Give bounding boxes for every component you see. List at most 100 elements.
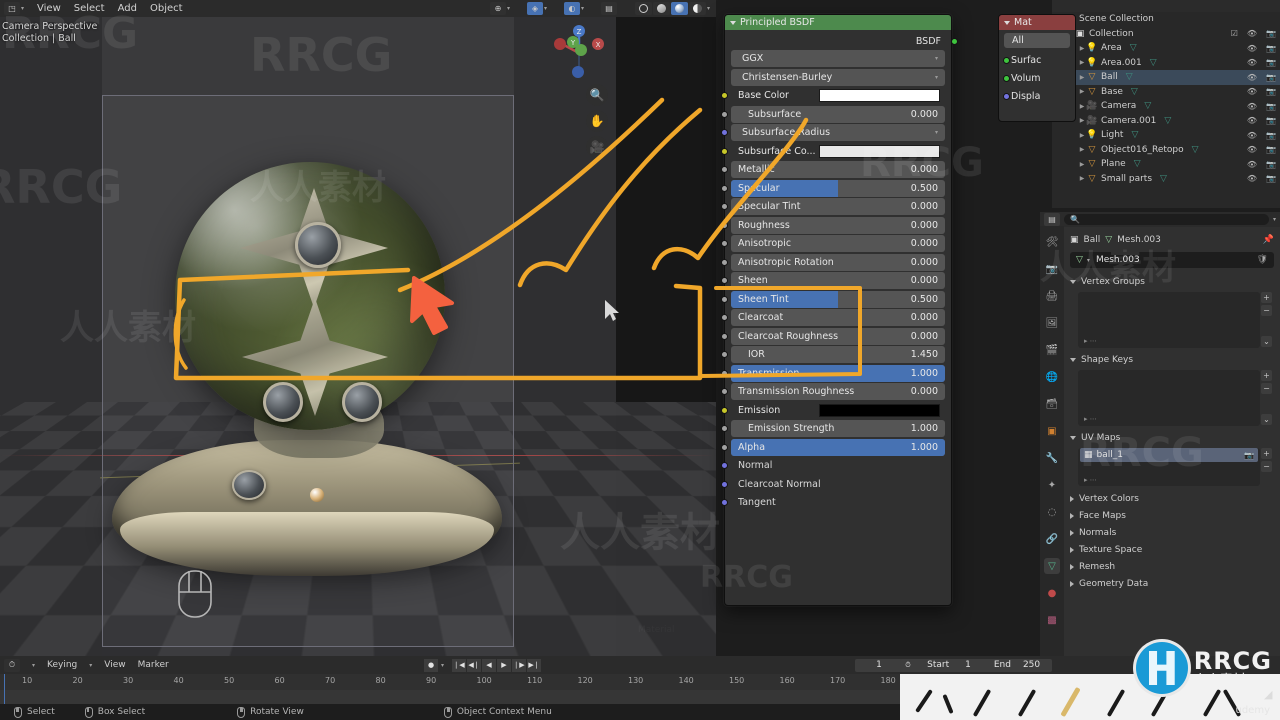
chevron-down-icon[interactable]: ▾: [935, 129, 938, 136]
jump-end-icon[interactable]: ▶❘: [527, 658, 541, 672]
chevron-down-icon[interactable]: ▾: [507, 5, 510, 12]
outliner-row[interactable]: ▶ ▽ Small parts ▽ 👁 📷: [1052, 172, 1280, 187]
camera-icon[interactable]: 📷: [1266, 116, 1276, 125]
socket-gray-icon[interactable]: [721, 240, 728, 247]
arrow-right-icon[interactable]: [1070, 512, 1074, 519]
eye-icon[interactable]: 👁: [1247, 145, 1257, 154]
outliner-editor[interactable]: ▶ ▣ Scene Collection ▼ ▣ Collection ☑ 👁 …: [1052, 0, 1280, 208]
menu-view[interactable]: View: [104, 660, 125, 670]
disclosure-triangle-icon[interactable]: ▶: [1078, 88, 1086, 95]
outliner-row[interactable]: ▶ 🎥 Camera ▽ 👁 📷: [1052, 99, 1280, 114]
auto-keying-icon[interactable]: ●: [424, 658, 438, 672]
node-principled-bsdf-header[interactable]: Principled BSDF: [725, 15, 951, 30]
properties-search-input[interactable]: 🔍: [1064, 214, 1269, 225]
visibility-toggles[interactable]: 👁 📷: [1247, 160, 1276, 169]
tab-particles[interactable]: ✦: [1044, 477, 1060, 493]
chevron-down-icon[interactable]: ⌄: [1261, 336, 1272, 347]
material-output-surface-input[interactable]: Surfac: [999, 51, 1075, 69]
proportional-edit-icon[interactable]: ◐: [563, 2, 580, 15]
outliner-row[interactable]: ▶ ▽ Plane ▽ 👁 📷: [1052, 157, 1280, 172]
transform-pivot-icon[interactable]: ⊕: [489, 2, 506, 15]
node-prop-subsurface-co[interactable]: Subsurface Co...: [721, 143, 945, 160]
camera-icon[interactable]: 📷: [1266, 131, 1276, 140]
eye-icon[interactable]: 👁: [1247, 29, 1257, 38]
socket-purple-icon[interactable]: [721, 129, 728, 136]
tab-world[interactable]: 🌐: [1044, 369, 1060, 385]
disclosure-triangle-icon[interactable]: ▶: [1078, 59, 1086, 66]
timeline-header[interactable]: ⏱ ▾ Keying ▾ View Marker ● ▾ ❘◀ ◀❘ ◀ ▶ ❘▶ ▶❘ …: [0, 656, 1280, 674]
node-material-output-header[interactable]: Mat: [999, 15, 1075, 30]
node-prop-clearcoat-normal[interactable]: Clearcoat Normal: [721, 476, 945, 493]
visibility-toggles[interactable]: 👁 📷: [1247, 87, 1276, 96]
node-prop-ior[interactable]: IOR 1.450: [721, 346, 945, 363]
shading-solid-button[interactable]: [652, 2, 670, 15]
prev-keyframe-icon[interactable]: ◀❘: [467, 658, 481, 672]
eye-icon[interactable]: 👁: [1247, 174, 1257, 183]
camera-icon[interactable]: 📷: [1266, 174, 1276, 183]
disclosure-triangle-icon[interactable]: ▶: [1078, 161, 1086, 168]
eye-icon[interactable]: 👁: [1247, 131, 1257, 140]
node-prop-specular[interactable]: Specular 0.500: [721, 179, 945, 197]
tab-collection[interactable]: 🗃: [1044, 396, 1060, 412]
socket-gray-icon[interactable]: [721, 369, 728, 377]
shading-wireframe-button[interactable]: [634, 2, 652, 15]
light-data-icon[interactable]: ▽: [1130, 43, 1137, 53]
start-frame-field[interactable]: Start 1: [916, 658, 982, 672]
arrow-right-icon[interactable]: [1070, 495, 1074, 502]
disclosure-triangle-icon[interactable]: ▶: [1078, 45, 1086, 52]
properties-editor-type-icon[interactable]: ▤: [1044, 213, 1060, 226]
3d-viewport[interactable]: ◳ ▾ View Select Add Object ⊕ ▾ ◈ ▾ ◐ ▾ ▤: [0, 0, 716, 656]
section-remesh[interactable]: Remesh: [1070, 558, 1274, 575]
socket-gray-icon[interactable]: [721, 332, 728, 340]
hand-icon[interactable]: ✋: [586, 110, 608, 132]
eye-icon[interactable]: 👁: [1247, 44, 1257, 53]
snapping-group[interactable]: ◈ ▾: [526, 2, 547, 15]
eye-icon[interactable]: 👁: [1247, 160, 1257, 169]
window-resize-grip[interactable]: ◢: [1264, 688, 1278, 702]
outliner-header[interactable]: [1052, 0, 1280, 12]
section-normals[interactable]: Normals: [1070, 524, 1274, 541]
mesh-name-field[interactable]: ▽ ▾ Mesh.003 🛡: [1070, 252, 1274, 268]
disclosure-triangle-icon[interactable]: ▶: [1078, 103, 1086, 110]
node-prop-base-color[interactable]: Base Color: [721, 87, 945, 104]
arrow-right-icon[interactable]: [1070, 563, 1074, 570]
camera-icon[interactable]: 📷: [1266, 102, 1276, 111]
node-principled-bsdf[interactable]: Principled BSDF BSDF GGX ▾ Christensen-Bur…: [721, 14, 958, 606]
outliner-row[interactable]: ▶ 💡 Area.001 ▽ 👁 📷: [1052, 56, 1280, 71]
node-prop-clearcoat-roughness[interactable]: Clearcoat Roughness 0.000: [721, 327, 945, 345]
mesh-data-icon[interactable]: ▽: [1160, 174, 1167, 184]
material-output-displacement-input[interactable]: Displa: [999, 87, 1075, 105]
overlays-icon[interactable]: ▤: [600, 2, 617, 15]
socket-gray-icon[interactable]: [721, 110, 728, 118]
tab-physics[interactable]: ◌: [1044, 504, 1060, 520]
next-keyframe-icon[interactable]: ❘▶: [512, 658, 526, 672]
socket-purple-icon[interactable]: [1003, 93, 1010, 100]
mesh-data-icon[interactable]: ▽: [1126, 72, 1133, 82]
socket-yellow-icon[interactable]: [721, 406, 728, 414]
outliner-scene-collection-row[interactable]: ▶ ▣ Scene Collection: [1052, 12, 1280, 27]
remove-icon[interactable]: −: [1261, 461, 1272, 472]
socket-gray-icon[interactable]: [721, 443, 728, 451]
camera-data-icon[interactable]: ▽: [1164, 116, 1171, 126]
material-output-volume-input[interactable]: Volum: [999, 69, 1075, 87]
socket-gray-icon[interactable]: [721, 221, 728, 229]
remove-icon[interactable]: −: [1261, 305, 1272, 316]
current-frame-field[interactable]: 1: [855, 658, 903, 672]
disclosure-triangle-icon[interactable]: ▶: [1078, 74, 1086, 81]
visibility-toggles[interactable]: 👁 📷: [1247, 145, 1276, 154]
node-prop-transmission[interactable]: Transmission 1.000: [721, 364, 945, 382]
chevron-down-icon[interactable]: ▾: [32, 662, 35, 669]
camera-icon[interactable]: 📷: [1266, 29, 1276, 38]
tab-view-layer[interactable]: 🖼: [1044, 315, 1060, 331]
chevron-down-icon[interactable]: ▾: [89, 662, 92, 669]
list-resize-grip[interactable]: ▸ ⋯: [1084, 337, 1097, 345]
section-uv-maps[interactable]: UV Maps: [1070, 430, 1274, 445]
visibility-toggles[interactable]: 👁 📷: [1247, 44, 1276, 53]
menu-marker[interactable]: Marker: [138, 660, 169, 670]
arrow-down-icon[interactable]: [1070, 279, 1076, 284]
editor-type-selector[interactable]: ◳ ▾: [4, 2, 24, 15]
list-resize-grip[interactable]: ▸ ⋯: [1084, 415, 1097, 423]
navigation-gizmo[interactable]: Z Y X: [548, 22, 610, 84]
timeline-record-group[interactable]: ● ▾: [424, 658, 444, 672]
visibility-toggles[interactable]: 👁 📷: [1247, 73, 1276, 82]
